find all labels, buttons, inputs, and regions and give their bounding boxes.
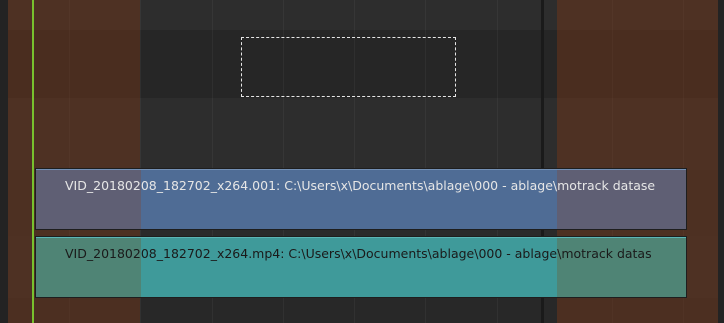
region-edge-left bbox=[0, 0, 8, 323]
sequencer-viewport[interactable]: VID_20180208_182702_x264.001: C:\Users\x… bbox=[0, 0, 724, 323]
movie-strip[interactable]: VID_20180208_182702_x264.001: C:\Users\x… bbox=[35, 168, 687, 230]
strip-highlight bbox=[36, 169, 686, 170]
box-select-rectangle bbox=[241, 37, 456, 97]
sound-strip[interactable]: VID_20180208_182702_x264.mp4: C:\Users\x… bbox=[35, 236, 687, 298]
strip-highlight bbox=[36, 237, 686, 238]
region-edge-right bbox=[718, 0, 724, 323]
movie-strip-label: VID_20180208_182702_x264.001: C:\Users\x… bbox=[65, 178, 656, 193]
sound-strip-label: VID_20180208_182702_x264.mp4: C:\Users\x… bbox=[65, 246, 652, 261]
playhead[interactable] bbox=[32, 0, 34, 323]
